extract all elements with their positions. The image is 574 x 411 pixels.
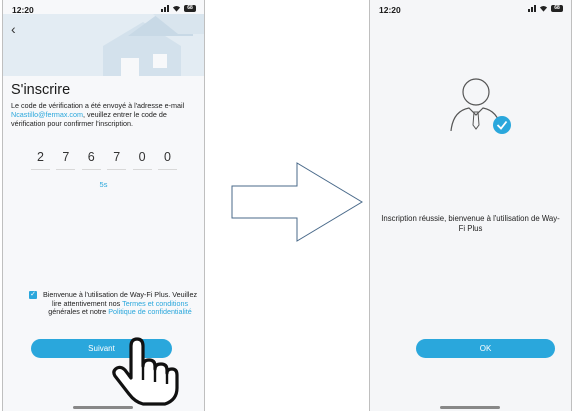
code-digit[interactable]: 7 — [56, 150, 76, 170]
terms-consent: ✓ Bienvenue à l'utilisation de Way-Fi Pl… — [29, 290, 199, 317]
registration-screen: 12:20 68 ‹ S'inscrire Le code de vérific… — [2, 0, 205, 411]
check-circle-icon — [493, 116, 511, 134]
signal-icon — [161, 4, 169, 12]
arrow-right-outline-icon — [231, 162, 363, 242]
pointing-hand-icon — [112, 337, 179, 406]
privacy-link[interactable]: Politique de confidentialité — [108, 307, 192, 316]
consent-text-2: générales et notre — [48, 307, 109, 317]
status-bar: 12:20 68 — [370, 4, 571, 18]
consent-text: Bienvenue à l'utilisation de Way-Fi Plus… — [41, 290, 199, 317]
page-title: S'inscrire — [11, 82, 71, 98]
signal-icon — [528, 4, 536, 12]
battery-icon: 68 — [184, 4, 196, 12]
resend-timer: 5s — [99, 180, 108, 189]
battery-icon: 68 — [551, 4, 563, 12]
status-time: 12:20 — [12, 5, 34, 15]
code-digit[interactable]: 2 — [31, 150, 50, 170]
wifi-icon — [539, 5, 548, 12]
back-chevron-icon[interactable]: ‹ — [11, 22, 16, 36]
verification-description: Le code de vérification a été envoyé à l… — [11, 101, 199, 128]
email-address: Ncastillo@fermax.com — [11, 110, 83, 119]
checkbox-checked-icon[interactable]: ✓ — [29, 291, 37, 299]
code-digit[interactable]: 7 — [107, 150, 127, 170]
wifi-icon — [172, 5, 181, 12]
ok-button[interactable]: OK — [416, 339, 555, 358]
status-time: 12:20 — [379, 5, 401, 15]
success-screen: 12:20 68 Inscription réussie, bienvenue … — [369, 0, 572, 411]
status-bar: 12:20 68 — [3, 4, 204, 18]
user-avatar-icon — [450, 78, 511, 134]
home-indicator — [73, 406, 133, 409]
description-text-1: Le code de vérification a été envoyé à l… — [11, 101, 185, 110]
code-digit[interactable]: 6 — [81, 150, 101, 170]
verification-code-input[interactable]: 2 7 6 7 0 0 — [31, 150, 177, 170]
home-indicator — [440, 406, 500, 409]
house-illustration — [3, 14, 204, 76]
code-digit[interactable]: 0 — [132, 150, 152, 170]
code-digit[interactable]: 0 — [157, 150, 177, 170]
success-message: Inscription réussie, bienvenue à l'utili… — [381, 214, 560, 233]
